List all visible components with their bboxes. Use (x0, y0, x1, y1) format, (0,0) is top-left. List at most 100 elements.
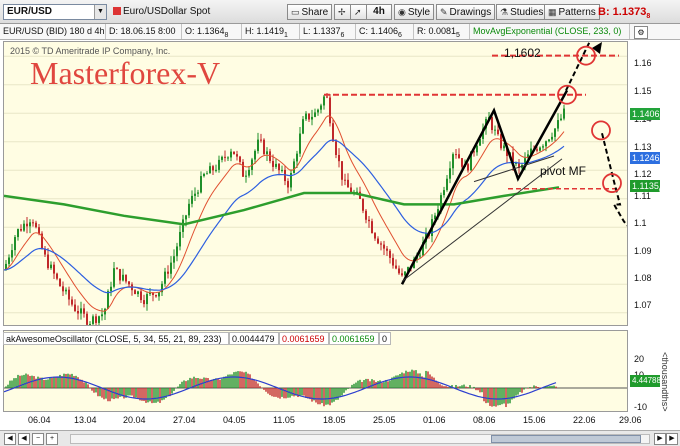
chart-scrollbar[interactable]: ◀ ◀ − + ▶ ▶ (0, 430, 680, 446)
time-axis[interactable]: 06.04 13.04 20.04 27.04 04.05 11.05 18.0… (3, 413, 642, 427)
chevron-right-icon[interactable]: ▶ (654, 433, 666, 445)
style-button[interactable]: ◉ Style (394, 4, 435, 20)
candle-body (215, 169, 217, 171)
bar-close: C: 1.14066 (356, 24, 414, 39)
price-axis-label: 1.11 (634, 191, 651, 201)
candle-body (275, 163, 277, 167)
oscillator-name: akAwesomeOscillator (CLOSE, 5, 34, 55, 2… (3, 332, 229, 345)
candle-body (92, 316, 94, 324)
patterns-button[interactable]: ▦ Patterns (544, 4, 600, 20)
candle-body (386, 248, 388, 251)
highlight-circle (591, 120, 611, 141)
ema-blue-tag: 1.12465 (630, 152, 663, 166)
chevron-down-icon[interactable]: ▼ (94, 5, 106, 19)
studies-button[interactable]: ⚗ Studies (496, 4, 548, 20)
candle-body (497, 129, 499, 135)
candle-body (344, 179, 346, 181)
candle-body (446, 178, 448, 191)
oscillator-current-tag: 4.44788 (630, 375, 661, 387)
candle-body (86, 313, 88, 325)
scrollbar-thumb[interactable] (491, 435, 641, 443)
crosshair-icon: ✢ (338, 7, 346, 17)
candle-body (71, 299, 73, 305)
symbol-description: Euro/USDollar Spot (113, 6, 210, 18)
time-axis-label: 20.04 (123, 415, 146, 425)
candle-body (239, 156, 241, 162)
candle-body (452, 154, 454, 169)
candle-body (176, 246, 178, 257)
share-icon: ▭ (291, 7, 300, 17)
candle-body (332, 123, 334, 142)
candle-body (134, 290, 136, 295)
candle-body (113, 268, 115, 287)
flag-icon (113, 7, 121, 15)
patterns-label: Patterns (558, 7, 596, 18)
candle-body (536, 149, 538, 151)
oscillator-axis[interactable]: 20 10 -10 4.44788 (630, 330, 678, 412)
drawings-button[interactable]: ✎ Drawings (436, 4, 496, 20)
candle-body (233, 151, 235, 155)
candle-body (80, 308, 82, 314)
candle-body (245, 175, 247, 177)
candle-body (554, 128, 556, 137)
price-chart-panel[interactable]: 2015 © TD Ameritrade IP Company, Inc. Ma… (3, 41, 628, 326)
bar-range: R: 0.00815 (414, 24, 470, 39)
time-axis-label: 22.06 (573, 415, 596, 425)
price-axis-label: 1.12 (634, 169, 652, 179)
candle-body (62, 286, 64, 292)
candle-body (188, 203, 190, 216)
chevron-left-icon[interactable]: ◀ (4, 433, 16, 445)
interval-label: 4h (373, 6, 385, 17)
chart-toolbar: EUR/USD ▼ Euro/USDollar Spot ▭ Share ✢ ➚ … (0, 0, 680, 24)
candle-body (236, 154, 238, 157)
chevron-right-icon[interactable]: ▶ (666, 433, 678, 445)
bar-open: O: 1.13648 (182, 24, 242, 39)
scrollbar-track[interactable] (70, 434, 650, 444)
candle-body (197, 192, 199, 194)
price-axis-label: 1.09 (634, 246, 652, 256)
candle-body (50, 264, 52, 269)
drawings-label: Drawings (449, 7, 492, 18)
oscillator-unit-label: <thousandths> (660, 352, 670, 412)
candle-body (467, 164, 469, 171)
time-axis-label: 27.04 (173, 415, 196, 425)
candle-body (341, 161, 343, 180)
candle-body (38, 227, 40, 234)
time-axis-label: 04.05 (223, 415, 246, 425)
settings-icon[interactable]: ⚙ (634, 26, 648, 39)
projection-down-line (601, 132, 627, 227)
candle-body (191, 195, 193, 204)
price-axis[interactable]: 1.16 1.15 1.14 1.13 1.12 1.11 1.1 1.09 1… (630, 41, 678, 326)
candle-body (419, 255, 421, 257)
candle-body (335, 141, 337, 155)
bar-date: D: 18.06.15 8:00 (106, 24, 182, 39)
candle-body (17, 229, 19, 238)
candle-body (260, 139, 262, 141)
candle-body (371, 221, 373, 234)
candle-body (158, 292, 160, 297)
pointer-tool-button[interactable]: ➚ (350, 4, 368, 20)
candle-body (380, 243, 382, 245)
crosshair-tool-button[interactable]: ✢ (334, 4, 352, 20)
candle-body (374, 233, 376, 239)
candle-body (14, 237, 16, 251)
candle-body (302, 119, 304, 134)
candle-body (272, 161, 274, 167)
candle-body (35, 222, 37, 228)
candle-body (278, 163, 280, 171)
pivot-annotation: pivot MF (540, 164, 587, 178)
ema-green-tag: 1.11356 (630, 180, 663, 194)
candle-body (95, 316, 97, 323)
candle-body (266, 151, 268, 155)
share-button[interactable]: ▭ Share (287, 4, 333, 20)
candle-body (539, 147, 541, 151)
bid-price-suffix: 8 (646, 13, 651, 21)
zoom-in-icon[interactable]: + (46, 433, 58, 445)
interval-button[interactable]: 4h (366, 4, 392, 20)
chevron-left-icon[interactable]: ◀ (18, 433, 30, 445)
candle-body (563, 108, 565, 119)
candle-body (23, 223, 25, 231)
symbol-input[interactable]: EUR/USD ▼ (3, 4, 107, 20)
zoom-out-icon[interactable]: − (32, 433, 44, 445)
series-label: EUR/USD (BID) 180 d 4h (0, 24, 106, 39)
